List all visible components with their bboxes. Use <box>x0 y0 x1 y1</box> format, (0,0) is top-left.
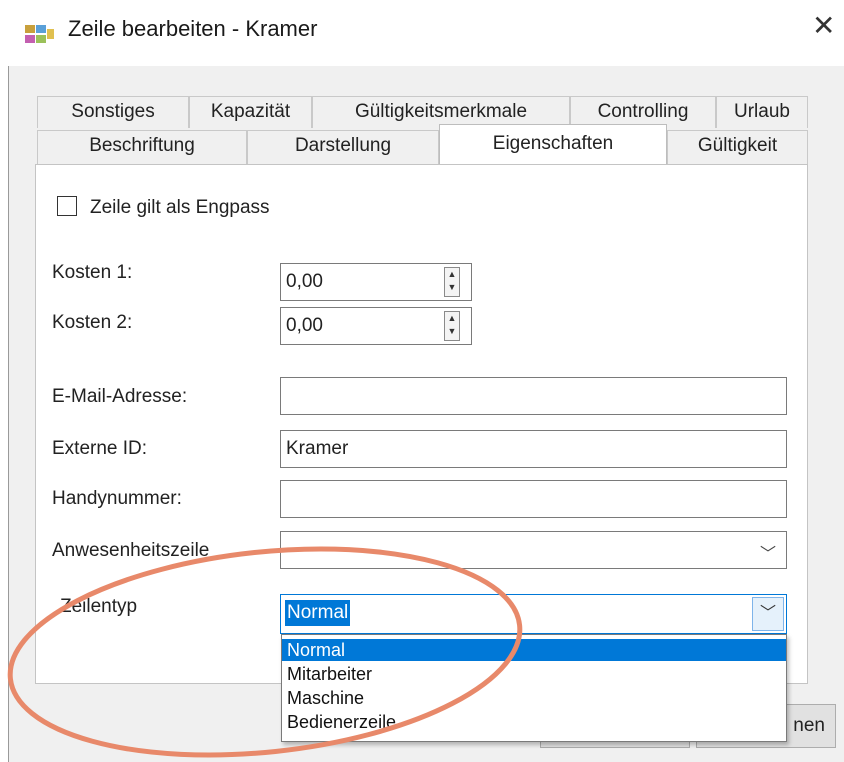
highlight-ellipse <box>7 546 523 758</box>
